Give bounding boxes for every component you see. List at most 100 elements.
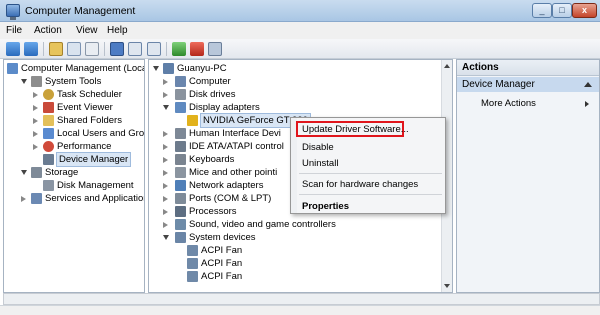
collapsed-arrow-icon[interactable]: [163, 157, 168, 163]
acpi-fan-icon: [187, 258, 198, 269]
update-driver-menu-item[interactable]: Update Driver Software...: [302, 124, 409, 135]
maximize-button[interactable]: □: [552, 3, 572, 18]
display-adapter-icon: [175, 102, 186, 113]
collapsed-arrow-icon[interactable]: [21, 196, 26, 202]
properties-icon[interactable]: [85, 42, 99, 56]
tree-item-label: Guanyu-PC: [177, 63, 227, 74]
tree-item-label: Disk drives: [189, 89, 236, 100]
help-icon[interactable]: [110, 42, 124, 56]
event-viewer-icon: [43, 102, 54, 113]
expanded-arrow-icon[interactable]: [163, 235, 169, 240]
collapsed-arrow-icon[interactable]: [163, 79, 168, 85]
tree-item-label: Performance: [57, 141, 112, 152]
processor-icon: [175, 206, 186, 217]
system-tools-icon: [31, 76, 42, 87]
menu-view[interactable]: View: [76, 25, 98, 36]
tree-item-label: Task Scheduler: [57, 89, 122, 100]
title-bar[interactable]: Computer Management _ □ x: [0, 0, 600, 22]
network-icon: [175, 180, 186, 191]
submenu-arrow-icon: [585, 101, 589, 107]
collapsed-arrow-icon[interactable]: [33, 92, 38, 98]
toolbar-separator: [43, 42, 44, 56]
tree-item-label: ACPI Fan: [201, 271, 243, 282]
show-hide-tree-icon[interactable]: [67, 42, 81, 56]
warning-device-icon: [187, 115, 198, 126]
device-manager-icon: [43, 154, 54, 165]
collapsed-arrow-icon[interactable]: [163, 92, 168, 98]
disable-menu-item[interactable]: Disable: [302, 142, 334, 153]
actions-section-device-manager[interactable]: Device Manager: [457, 77, 599, 92]
expanded-arrow-icon[interactable]: [153, 66, 159, 71]
expanded-arrow-icon[interactable]: [163, 105, 169, 110]
collapsed-arrow-icon[interactable]: [163, 131, 168, 137]
view-icon[interactable]: [128, 42, 142, 56]
hid-icon: [175, 128, 186, 139]
tree-item-label: Services and Applications: [45, 193, 145, 204]
tree-item-label: Ports (COM & LPT): [189, 193, 272, 204]
update-driver-icon[interactable]: [172, 42, 186, 56]
scan-hardware-menu-item[interactable]: Scan for hardware changes: [302, 179, 418, 190]
more-actions-link[interactable]: More Actions: [481, 98, 536, 109]
up-folder-icon[interactable]: [49, 42, 63, 56]
tree-item-label: Keyboards: [189, 154, 235, 165]
tree-item-label: Network adapters: [189, 180, 264, 191]
collapsed-arrow-icon[interactable]: [163, 183, 168, 189]
close-button[interactable]: x: [572, 3, 597, 18]
collapsed-arrow-icon[interactable]: [33, 144, 38, 150]
status-bar: [0, 305, 600, 315]
tree-item-label: Sound, video and game controllers: [189, 219, 336, 230]
actions-pane: Actions Device Manager More Actions: [456, 59, 600, 293]
computer-icon: [175, 76, 186, 87]
collapsed-arrow-icon[interactable]: [33, 118, 38, 124]
toolbar-separator: [166, 42, 167, 56]
menu-bar: File Action View Help: [0, 22, 600, 39]
collapsed-arrow-icon[interactable]: [33, 131, 38, 137]
tree-item-label: System devices: [189, 232, 256, 243]
tree-item-label: IDE ATA/ATAPI control: [189, 141, 284, 152]
scroll-down-icon[interactable]: [444, 284, 450, 288]
collapsed-arrow-icon[interactable]: [163, 209, 168, 215]
expanded-arrow-icon[interactable]: [21, 170, 27, 175]
menu-action[interactable]: Action: [34, 25, 62, 36]
collapsed-arrow-icon[interactable]: [33, 105, 38, 111]
collapsed-arrow-icon[interactable]: [163, 196, 168, 202]
tree-item-label: Local Users and Groups: [57, 128, 145, 139]
collapsed-arrow-icon[interactable]: [163, 222, 168, 228]
tree-item-label: Disk Management: [57, 180, 134, 191]
actions-header: Actions: [457, 60, 599, 76]
toolbar-separator: [104, 42, 105, 56]
properties-menu-item[interactable]: Properties: [302, 201, 349, 212]
menu-help[interactable]: Help: [107, 25, 128, 36]
tree-item-label: Human Interface Devi: [189, 128, 281, 139]
toolbar: [0, 39, 600, 59]
console-tree-pane[interactable]: Computer Management (Local System Tools …: [3, 59, 145, 293]
performance-icon: [43, 141, 54, 152]
task-scheduler-icon: [43, 89, 54, 100]
window-title: Computer Management: [25, 5, 136, 17]
computer-management-app-icon: [6, 4, 20, 20]
menu-file[interactable]: File: [6, 25, 22, 36]
uninstall-icon[interactable]: [190, 42, 204, 56]
tree-item-label: Computer Management (Local: [21, 63, 145, 74]
tree-item-label: Storage: [45, 167, 79, 178]
scroll-up-icon[interactable]: [444, 64, 450, 68]
expanded-arrow-icon[interactable]: [21, 79, 27, 84]
collapsed-arrow-icon[interactable]: [163, 144, 168, 150]
forward-icon[interactable]: [24, 42, 38, 56]
tree-item-label: Processors: [189, 206, 237, 217]
tree-item-label: System Tools: [45, 76, 102, 87]
ide-icon: [175, 141, 186, 152]
collapsed-arrow-icon[interactable]: [163, 170, 168, 176]
back-icon[interactable]: [6, 42, 20, 56]
horizontal-scrollbar[interactable]: [3, 293, 600, 305]
uninstall-menu-item[interactable]: Uninstall: [302, 158, 338, 169]
scan-hardware-icon[interactable]: [147, 42, 161, 56]
mouse-icon: [175, 167, 186, 178]
tree-item-label: Mice and other pointi: [189, 167, 278, 178]
system-devices-icon: [175, 232, 186, 243]
collapse-section-icon[interactable]: [584, 82, 592, 87]
disable-device-icon[interactable]: [208, 42, 222, 56]
tree-item-label: Display adapters: [189, 102, 260, 113]
minimize-button[interactable]: _: [532, 3, 552, 18]
storage-icon: [31, 167, 42, 178]
